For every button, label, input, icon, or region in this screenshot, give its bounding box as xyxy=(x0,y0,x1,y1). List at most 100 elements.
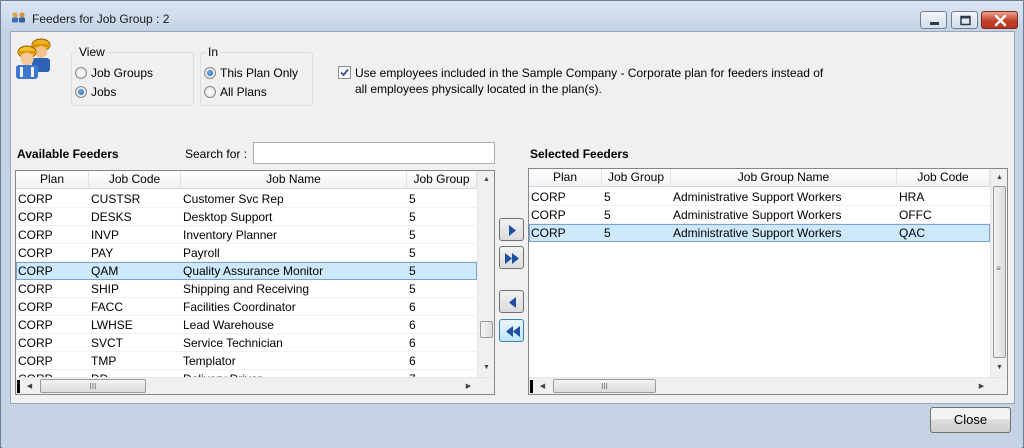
radio-all-plans[interactable]: All Plans xyxy=(204,84,309,100)
table-row[interactable]: CORP 5 Administrative Support Workers QAC xyxy=(529,224,990,242)
arrow-right-icon xyxy=(509,225,516,236)
available-vertical-scrollbar[interactable]: ▲ ▼ xyxy=(477,171,494,377)
arrow-left-icon xyxy=(509,297,516,308)
cell-job-code: SVCT xyxy=(91,336,124,350)
sample-company-text-line1[interactable]: Use employees included in the Sample Com… xyxy=(355,65,823,81)
search-input[interactable] xyxy=(253,142,495,164)
cell-job-group: 5 xyxy=(409,282,416,296)
table-row[interactable]: CORP FACC Facilities Coordinator 6 xyxy=(16,298,477,316)
workers-hardhat-icon xyxy=(16,38,51,79)
available-horizontal-scrollbar[interactable]: ◀ III ▶ xyxy=(16,377,494,394)
minimize-button[interactable] xyxy=(920,11,947,29)
cell-plan: CORP xyxy=(18,354,53,368)
cell-plan: CORP xyxy=(531,226,566,240)
cell-job-name: Templator xyxy=(183,354,236,368)
scroll-right-arrow-icon[interactable]: ▶ xyxy=(973,378,990,394)
column-header-job-code[interactable]: Job Code xyxy=(897,169,990,187)
column-header-job-group[interactable]: Job Group xyxy=(407,171,477,189)
radio-circle[interactable] xyxy=(204,86,216,98)
radio-job-groups[interactable]: Job Groups xyxy=(75,65,185,81)
selected-feeders-grid: Plan Job Group Job Group Name Job Code C… xyxy=(528,168,1008,395)
cell-plan: CORP xyxy=(531,190,566,204)
cell-job-name: Shipping and Receiving xyxy=(183,282,310,296)
radio-jobs[interactable]: Jobs xyxy=(75,84,185,100)
column-header-job-name[interactable]: Job Name xyxy=(181,171,407,189)
cell-job-code: INVP xyxy=(91,228,120,242)
scroll-up-arrow-icon[interactable]: ▲ xyxy=(478,171,494,188)
selected-horizontal-scrollbar[interactable]: ◀ III ▶ xyxy=(529,377,1007,394)
cell-job-name: Inventory Planner xyxy=(183,228,278,242)
add-selected-button[interactable] xyxy=(499,218,524,241)
remove-all-button[interactable] xyxy=(499,319,524,342)
cell-job-group: 5 xyxy=(409,210,416,224)
scroll-thumb[interactable]: III xyxy=(40,379,146,393)
cell-job-group: 5 xyxy=(604,190,611,204)
table-row[interactable]: CORP PAY Payroll 5 xyxy=(16,244,477,262)
sample-company-checkbox[interactable] xyxy=(338,66,351,79)
radio-circle-selected[interactable] xyxy=(204,67,216,79)
scroll-thumb[interactable]: III xyxy=(553,379,656,393)
column-header-job-code[interactable]: Job Code xyxy=(89,171,181,189)
table-row[interactable]: CORP CUSTSR Customer Svc Rep 5 xyxy=(16,190,477,208)
scroll-thumb[interactable] xyxy=(480,321,493,338)
scroll-left-arrow-icon[interactable]: ◀ xyxy=(534,378,551,394)
cell-job-code: DESKS xyxy=(91,210,132,224)
column-header-job-group[interactable]: Job Group xyxy=(602,169,671,187)
radio-circle[interactable] xyxy=(75,67,87,79)
cell-job-name: Customer Svc Rep xyxy=(183,192,284,206)
radio-this-plan-only[interactable]: This Plan Only xyxy=(204,65,309,81)
cell-job-name: Payroll xyxy=(183,246,220,260)
maximize-button[interactable] xyxy=(951,11,978,29)
column-header-job-group-name[interactable]: Job Group Name xyxy=(671,169,897,187)
table-row[interactable]: CORP SVCT Service Technician 6 xyxy=(16,334,477,352)
scroll-down-arrow-icon[interactable]: ▼ xyxy=(478,359,494,376)
table-row[interactable]: CORP 5 Administrative Support Workers OFFC xyxy=(529,206,990,224)
table-row[interactable]: CORP QAM Quality Assurance Monitor 5 xyxy=(16,262,477,280)
scroll-down-arrow-icon[interactable]: ▼ xyxy=(991,359,1007,376)
window-title: Feeders for Job Group : 2 xyxy=(32,12,170,26)
cell-job-group: 6 xyxy=(409,354,416,368)
cell-job-name: Desktop Support xyxy=(183,210,273,224)
double-arrow-right-icon xyxy=(505,253,519,264)
cell-job-code: FACC xyxy=(91,300,124,314)
minimize-icon xyxy=(930,22,939,25)
selected-grid-header: Plan Job Group Job Group Name Job Code xyxy=(529,169,990,187)
cell-job-group: 5 xyxy=(604,208,611,222)
radio-circle-selected[interactable] xyxy=(75,86,87,98)
cell-job-code: QAM xyxy=(91,264,119,278)
remove-selected-button[interactable] xyxy=(499,290,524,313)
window-close-button[interactable] xyxy=(981,11,1018,29)
table-row[interactable]: CORP TMP Templator 6 xyxy=(16,352,477,370)
selected-feeders-title: Selected Feeders xyxy=(530,147,629,161)
column-header-plan[interactable]: Plan xyxy=(16,171,89,189)
view-group-label: View xyxy=(77,45,107,59)
cell-plan: CORP xyxy=(18,228,53,242)
table-row[interactable]: CORP SHIP Shipping and Receiving 5 xyxy=(16,280,477,298)
cell-job-code: OFFC xyxy=(899,208,932,222)
add-all-button[interactable] xyxy=(499,246,524,269)
column-marker xyxy=(17,380,20,393)
scroll-right-arrow-icon[interactable]: ▶ xyxy=(460,378,477,394)
scroll-up-arrow-icon[interactable]: ▲ xyxy=(991,169,1007,186)
sample-company-text-line2[interactable]: all employees physically located in the … xyxy=(355,81,602,97)
double-arrow-left-icon xyxy=(506,326,520,337)
table-row[interactable]: CORP LWHSE Lead Warehouse 6 xyxy=(16,316,477,334)
button-bar xyxy=(2,404,1022,448)
column-header-plan[interactable]: Plan xyxy=(529,169,602,187)
table-row[interactable]: CORP INVP Inventory Planner 5 xyxy=(16,226,477,244)
cell-plan: CORP xyxy=(18,300,53,314)
cell-job-group-name: Administrative Support Workers xyxy=(673,226,842,240)
cell-plan: CORP xyxy=(18,210,53,224)
checkmark-icon xyxy=(340,68,349,77)
table-row[interactable]: CORP DESKS Desktop Support 5 xyxy=(16,208,477,226)
cell-job-code: TMP xyxy=(91,354,117,368)
title-bar: Feeders for Job Group : 2 xyxy=(1,1,1023,31)
cell-job-name: Service Technician xyxy=(183,336,283,350)
selected-vertical-scrollbar[interactable]: ▲ ≡ ▼ xyxy=(990,169,1007,377)
table-row[interactable]: CORP 5 Administrative Support Workers HRA xyxy=(529,188,990,206)
close-button[interactable]: Close xyxy=(930,407,1011,433)
cell-plan: CORP xyxy=(18,336,53,350)
cell-plan: CORP xyxy=(18,318,53,332)
scroll-left-arrow-icon[interactable]: ◀ xyxy=(21,378,38,394)
cell-plan: CORP xyxy=(18,246,53,260)
